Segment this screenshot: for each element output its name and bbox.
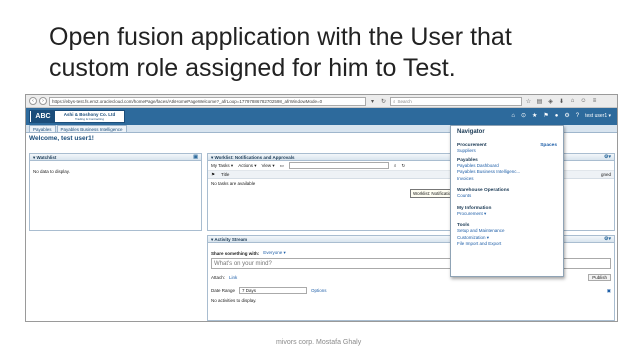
share-label: Share something with: <box>211 250 260 256</box>
slide-title-line-1: Open fusion application with the User th… <box>49 23 512 51</box>
search-icon[interactable]: ⌕ <box>394 163 397 168</box>
watchlist-header: ▾ Watchlist ▣ <box>30 154 201 161</box>
panel-options-icon[interactable]: ⚙▾ <box>604 236 611 243</box>
detach-icon[interactable]: ▭ <box>280 163 284 169</box>
logo-tagline: Trading & Contracting <box>74 116 105 121</box>
help-icon[interactable]: ? <box>576 113 579 119</box>
nav-item-procurement[interactable]: Procurement ▾ <box>457 211 557 218</box>
date-range-label: Date Range <box>211 288 236 293</box>
company-logo: ABC Ashi & Boshony Co. Ltd Trading & Con… <box>29 110 125 123</box>
publish-button[interactable]: Publish <box>588 274 611 281</box>
reading-list-icon[interactable]: ▤ <box>535 98 544 105</box>
gear-icon[interactable]: ⚙ <box>564 112 569 119</box>
back-arrow-icon[interactable]: ‹ <box>29 97 37 105</box>
star-icon[interactable]: ☆ <box>524 98 533 105</box>
nav-item-invoices[interactable]: Invoices <box>457 176 557 183</box>
app-header: ABC Ashi & Boshony Co. Ltd Trading & Con… <box>26 108 617 125</box>
tab-payables[interactable]: Payables <box>29 125 56 132</box>
col-title[interactable]: Title <box>221 172 229 177</box>
my-tasks-select[interactable]: My Tasks ▾ <box>211 163 233 169</box>
home-icon[interactable]: ⌂ <box>511 113 515 119</box>
watchlist-empty: No data to display. <box>33 169 70 174</box>
navigator-icon[interactable]: ⊙ <box>521 112 526 119</box>
attach-label: Attach: <box>211 275 226 280</box>
logo-name: Ashi & Boshony Co. Ltd <box>63 111 116 117</box>
menu-icon[interactable]: ≡ <box>590 98 599 104</box>
date-range-select[interactable]: 7 Days <box>239 287 308 294</box>
home-icon[interactable]: ⌂ <box>568 98 577 104</box>
refresh-icon[interactable]: ↻ <box>401 163 405 169</box>
flag-column-icon: ⚑ <box>211 171 216 177</box>
slide-footer: mivors corp. Mostafa Ghaly <box>276 339 362 346</box>
refresh-icon[interactable]: ▣ <box>607 288 611 294</box>
download-icon[interactable]: ⬇ <box>557 98 566 105</box>
notifications-icon[interactable]: ● <box>555 113 559 119</box>
dropdown-icon[interactable]: ▾ <box>368 98 377 105</box>
panel-options-icon[interactable]: ▣ <box>193 154 198 161</box>
nav-item-counts[interactable]: Counts <box>457 193 557 200</box>
activity-empty: No activities to display. <box>211 298 257 303</box>
user-menu[interactable]: test user1 ▾ <box>585 113 611 119</box>
favorites-icon[interactable]: ★ <box>532 112 537 119</box>
search-icon: ⌕ <box>393 98 396 104</box>
watchlist-title: Watchlist <box>36 155 57 160</box>
tab-payables-bi[interactable]: Payables Business Intelligence <box>56 125 127 132</box>
browser-toolbar: ‹ › https://ebys-test.fs.em2.oraclecloud… <box>26 95 617 108</box>
nav-spaces[interactable]: Spaces <box>540 143 557 148</box>
activity-title: Activity Stream <box>214 237 248 242</box>
screenshot-frame: ‹ › https://ebys-test.fs.em2.oraclecloud… <box>25 94 618 322</box>
view-menu[interactable]: View ▾ <box>261 163 274 169</box>
nav-item-file-import[interactable]: File Import and Export <box>457 241 557 248</box>
slide-title: Open fusion application with the User th… <box>49 22 609 84</box>
forward-arrow-icon[interactable]: › <box>39 97 47 105</box>
actions-menu[interactable]: Actions ▾ <box>238 163 256 169</box>
watchlist-panel: ▾ Watchlist ▣ No data to display. <box>29 153 202 231</box>
address-bar[interactable]: https://ebys-test.fs.em2.oraclecloud.com… <box>49 96 366 106</box>
nav-item-suppliers[interactable]: Suppliers <box>457 148 557 155</box>
worklist-title: Worklist: Notifications and Approvals <box>214 155 295 160</box>
logo-text: Ashi & Boshony Co. Ltd Trading & Contrac… <box>55 112 124 122</box>
search-placeholder: Search <box>397 98 412 104</box>
logo-mark: ABC <box>31 111 55 122</box>
panel-options-icon[interactable]: ⚙▾ <box>604 154 611 161</box>
worklist-search-input[interactable] <box>288 162 389 169</box>
header-icons: ⌂ ⊙ ★ ⚑ ● ⚙ ? test user1 ▾ <box>511 112 611 120</box>
options-link[interactable]: Options <box>311 288 327 293</box>
shield-icon[interactable]: ◈ <box>546 98 555 105</box>
slide-title-line-2: custom role assigned for him to Test. <box>49 54 456 82</box>
flag-icon[interactable]: ⚑ <box>543 112 548 119</box>
share-audience-select[interactable]: Everyone ▾ <box>263 250 286 256</box>
date-range-row: Date Range 7 Days Options ▣ <box>208 285 614 296</box>
col-assigned[interactable]: gned <box>601 172 611 177</box>
chat-icon[interactable]: ☺ <box>579 98 588 104</box>
navigator-title: Navigator <box>457 129 485 135</box>
attach-link[interactable]: Link <box>229 275 237 280</box>
reload-icon[interactable]: ↻ <box>379 98 388 105</box>
browser-search-input[interactable]: ⌕ Search <box>390 96 522 106</box>
navigator-menu: Navigator Procurement Spaces Suppliers P… <box>450 125 564 277</box>
